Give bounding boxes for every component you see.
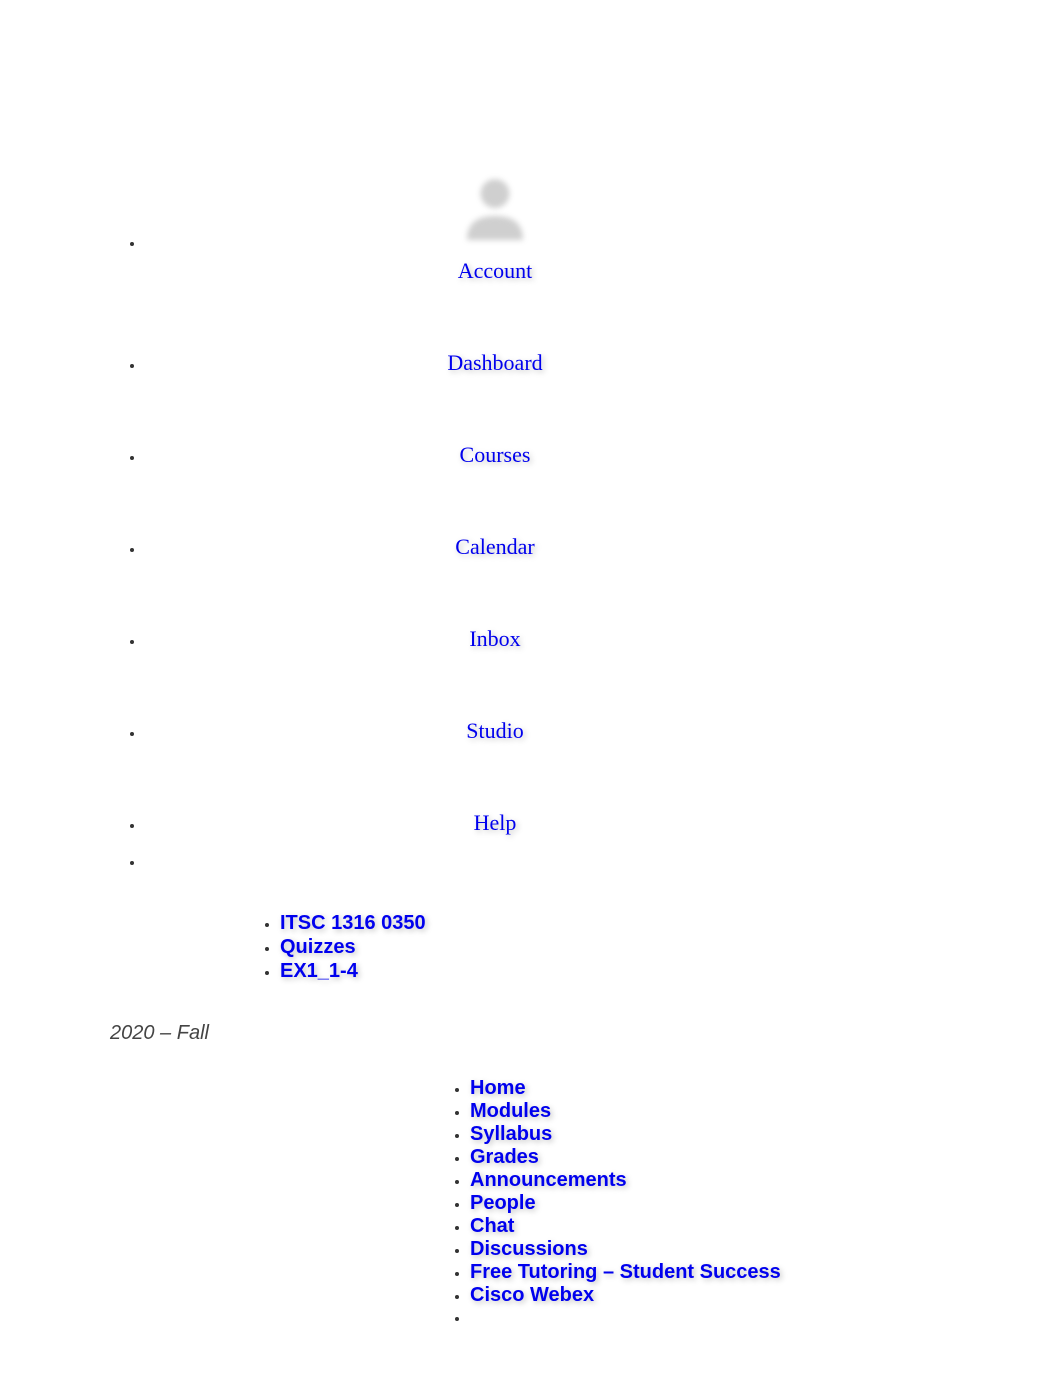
nav-item-inbox: Inbox <box>145 578 1062 662</box>
people-link[interactable]: People <box>470 1192 536 1214</box>
breadcrumb-section-link[interactable]: Quizzes <box>280 936 356 958</box>
nav-item-spacer <box>145 854 1062 882</box>
grades-link[interactable]: Grades <box>470 1146 539 1168</box>
tutoring-link[interactable]: Free Tutoring – Student Success <box>470 1261 781 1283</box>
course-nav-item-chat: Chat <box>470 1215 1062 1238</box>
webex-link[interactable]: Cisco Webex <box>470 1284 594 1306</box>
course-nav: Home Modules Syllabus Grades Announcemen… <box>0 1077 1062 1329</box>
nav-item-help: Help <box>145 762 1062 846</box>
breadcrumb-course-link[interactable]: ITSC 1316 0350 <box>280 912 426 934</box>
home-link[interactable]: Home <box>470 1077 526 1099</box>
account-link[interactable]: Account <box>458 258 533 284</box>
calendar-link[interactable]: Calendar <box>455 534 534 560</box>
course-nav-item-announcements: Announcements <box>470 1169 1062 1192</box>
avatar-icon <box>455 168 535 248</box>
term-label: 2020 – Fall <box>0 1022 1062 1045</box>
breadcrumb: ITSC 1316 0350 Quizzes EX1_1-4 <box>0 912 1062 984</box>
course-nav-item-syllabus: Syllabus <box>470 1123 1062 1146</box>
modules-link[interactable]: Modules <box>470 1100 551 1122</box>
global-nav: Account Dashboard Courses Calendar Inbox… <box>0 0 1062 882</box>
breadcrumb-item-current: EX1_1-4 <box>280 960 1062 984</box>
course-nav-item-home: Home <box>470 1077 1062 1100</box>
discussions-link[interactable]: Discussions <box>470 1238 588 1260</box>
course-nav-item-tutoring: Free Tutoring – Student Success <box>470 1261 1062 1284</box>
studio-link[interactable]: Studio <box>466 718 523 744</box>
inbox-link[interactable]: Inbox <box>469 626 520 652</box>
chat-link[interactable]: Chat <box>470 1215 514 1237</box>
nav-item-calendar: Calendar <box>145 486 1062 570</box>
nav-item-studio: Studio <box>145 670 1062 754</box>
breadcrumb-current-link[interactable]: EX1_1-4 <box>280 960 358 982</box>
help-link[interactable]: Help <box>474 810 517 836</box>
course-nav-item-modules: Modules <box>470 1100 1062 1123</box>
nav-item-dashboard: Dashboard <box>145 302 1062 386</box>
nav-item-courses: Courses <box>145 394 1062 478</box>
course-nav-item-empty <box>470 1307 1062 1329</box>
course-nav-item-grades: Grades <box>470 1146 1062 1169</box>
announcements-link[interactable]: Announcements <box>470 1169 627 1191</box>
course-nav-item-people: People <box>470 1192 1062 1215</box>
course-nav-item-webex: Cisco Webex <box>470 1284 1062 1307</box>
breadcrumb-item-section: Quizzes <box>280 936 1062 960</box>
dashboard-link[interactable]: Dashboard <box>447 350 542 376</box>
course-nav-item-discussions: Discussions <box>470 1238 1062 1261</box>
courses-link[interactable]: Courses <box>460 442 531 468</box>
nav-item-account: Account <box>145 158 1062 294</box>
syllabus-link[interactable]: Syllabus <box>470 1123 552 1145</box>
breadcrumb-item-course: ITSC 1316 0350 <box>280 912 1062 936</box>
